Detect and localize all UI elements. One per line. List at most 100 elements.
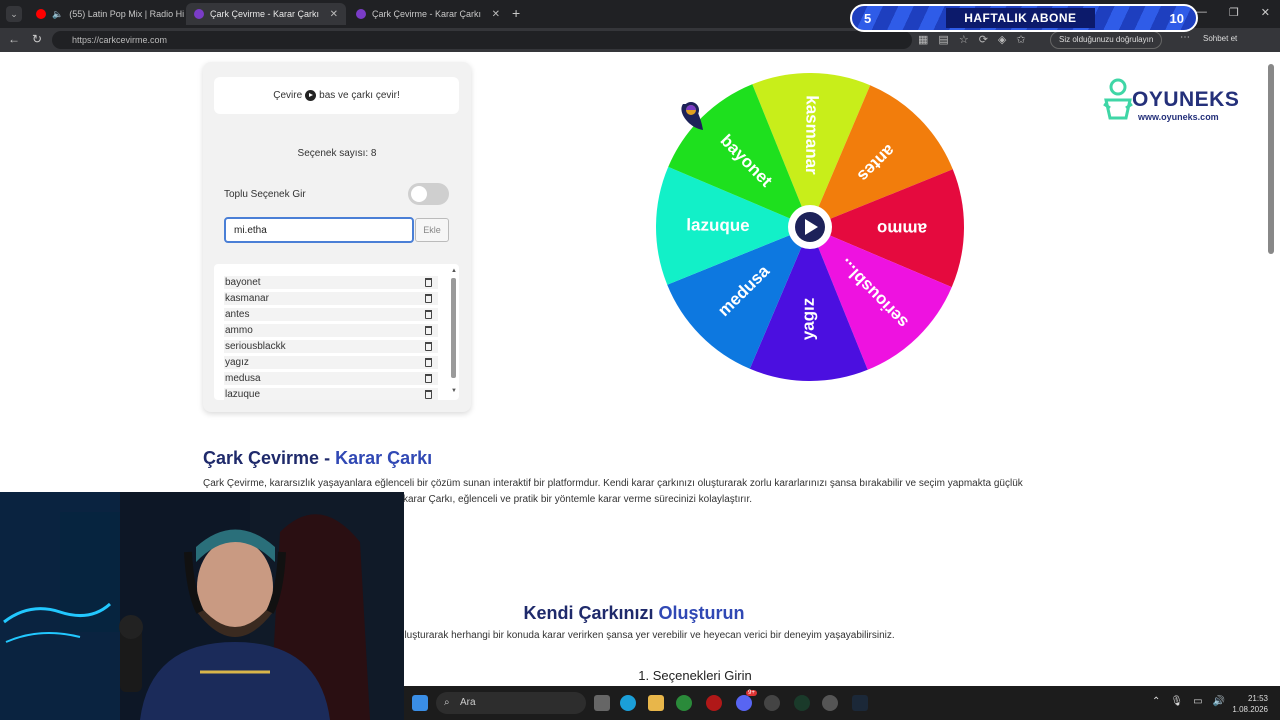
tab-youtube[interactable]: 🔈 (55) Latin Pop Mix | Radio Hit… ✕ — [28, 3, 184, 25]
list-item: yagız — [224, 356, 438, 369]
list-scrollbar[interactable]: ▲ ▼ — [451, 268, 457, 396]
mic-icon[interactable]: 🎙 — [1170, 696, 1183, 707]
decision-wheel[interactable]: kasmanar antesammoseriousbl...yagızmedusa… — [653, 70, 967, 384]
notification-badge: 9+ — [746, 690, 757, 696]
logo-url: www.oyuneks.com — [1138, 112, 1219, 122]
play-icon — [305, 90, 317, 101]
webcam-overlay — [0, 492, 404, 720]
grid-icon[interactable]: ▦ — [918, 33, 928, 46]
volume-icon[interactable]: 🔊 — [1213, 696, 1225, 707]
option-label: seriousblackk — [225, 341, 286, 352]
trash-icon[interactable] — [425, 294, 432, 303]
speaker-icon: 🔈 — [52, 8, 64, 19]
intro-line: Çark Çevirme, kararsızlık yaşayanlara eğ… — [203, 478, 1023, 489]
trash-icon[interactable] — [425, 358, 432, 367]
scroll-down-icon[interactable]: ▼ — [451, 388, 457, 394]
system-tray: ⌃ 🎙 ▭ 🔊 — [1152, 696, 1225, 707]
scroll-thumb[interactable] — [1268, 64, 1274, 254]
obs-icon[interactable] — [822, 695, 838, 711]
app-icon[interactable] — [764, 695, 780, 711]
list-scroll-thumb[interactable] — [451, 278, 456, 378]
subscriber-goal-overlay: 5 HAFTALIK ABONE 10 — [850, 4, 1198, 32]
more-icon[interactable]: ⋯ — [1180, 32, 1190, 43]
monitor-icon[interactable]: ▭ — [1193, 696, 1202, 707]
page-title: Çark Çevirme - Karar Çarkı — [203, 448, 432, 469]
goal-current: 5 — [864, 10, 872, 26]
edge-icon[interactable] — [620, 695, 636, 711]
tab-label: Çark Çevirme - Karar Çarkı — [210, 9, 320, 19]
close-icon[interactable]: ✕ — [492, 9, 500, 20]
clock-date: 1.08.2026 — [1232, 705, 1268, 714]
options-list: bayonet kasmanar antes ammo seriousblack… — [214, 264, 459, 400]
trash-icon[interactable] — [425, 278, 432, 287]
folder-icon[interactable] — [648, 695, 664, 711]
clock[interactable]: 21:53 1.08.2026 — [1232, 693, 1268, 715]
trash-icon[interactable] — [425, 390, 432, 399]
extension-icon[interactable]: ⟳ — [979, 33, 988, 46]
discord-icon[interactable] — [736, 695, 752, 711]
option-label: medusa — [225, 373, 261, 384]
tab-cark-active[interactable]: Çark Çevirme - Karar Çarkı ✕ — [186, 3, 346, 25]
wheel-segment-label: kasmanar — [802, 95, 822, 175]
back-icon[interactable]: ← — [8, 32, 20, 46]
mascot-icon — [1103, 78, 1133, 120]
url-field[interactable]: https://carkcevirme.com — [52, 31, 912, 49]
search-icon: ⌕ — [444, 697, 450, 708]
steam-icon[interactable] — [852, 695, 868, 711]
section-accent: Oluşturun — [658, 603, 745, 623]
reader-icon[interactable]: ▤ — [938, 33, 948, 46]
oyuneks-logo[interactable]: OYUNEKS www.oyuneks.com — [1100, 76, 1240, 126]
youtube-icon — [36, 9, 46, 19]
maximize-icon[interactable]: ❐ — [1229, 6, 1239, 19]
refresh-icon[interactable]: ↻ — [32, 32, 42, 46]
goal-label: HAFTALIK ABONE — [946, 8, 1095, 28]
list-item: bayonet — [224, 276, 438, 289]
trash-icon[interactable] — [425, 374, 432, 383]
page-scrollbar[interactable] — [1268, 56, 1274, 676]
shield-icon[interactable]: ◈ — [998, 33, 1006, 46]
option-label: bayonet — [225, 277, 261, 288]
option-input[interactable] — [224, 217, 414, 243]
option-label: ammo — [225, 325, 253, 336]
list-item: lazuque — [224, 388, 438, 400]
favorites-icon[interactable]: ✩ — [1016, 33, 1025, 46]
wheel-segment-label: lazuque — [686, 215, 749, 235]
new-tab-button[interactable]: + — [512, 5, 520, 21]
trash-icon[interactable] — [425, 342, 432, 351]
windows-start-icon[interactable] — [412, 695, 428, 711]
close-window-icon[interactable]: ✕ — [1261, 6, 1270, 19]
option-label: kasmanar — [225, 293, 269, 304]
pointer-icon — [681, 102, 703, 130]
verify-button[interactable]: Siz olduğunuzu doğrulayın — [1050, 31, 1163, 49]
app-icon[interactable] — [706, 695, 722, 711]
trash-icon[interactable] — [425, 310, 432, 319]
title-accent: Karar Çarkı — [335, 448, 433, 468]
bulk-entry-label: Toplu Seçenek Gir — [224, 189, 306, 200]
list-item: seriousblackk — [224, 340, 438, 353]
options-panel: Çevire bas ve çarkı çevir! Seçenek sayıs… — [203, 62, 471, 412]
webcam-image — [0, 492, 404, 720]
star-icon[interactable]: ☆ — [959, 33, 969, 46]
chevron-up-icon[interactable]: ⌃ — [1152, 696, 1160, 707]
option-label: lazuque — [225, 389, 261, 400]
section-main: Kendi Çarkınızı — [523, 603, 659, 623]
scroll-up-icon[interactable]: ▲ — [451, 268, 457, 274]
site-icon — [356, 9, 366, 19]
bulk-entry-toggle[interactable] — [408, 183, 449, 205]
title-main: Çark Çevirme - — [203, 448, 336, 468]
add-button[interactable]: Ekle — [415, 218, 449, 242]
list-item: medusa — [224, 372, 438, 385]
app-icon[interactable] — [676, 695, 692, 711]
goal-target: 10 — [1169, 10, 1184, 26]
task-view-icon[interactable] — [594, 695, 610, 711]
logo-name: OYUNEKS — [1132, 88, 1240, 111]
list-item: kasmanar — [224, 292, 438, 305]
tab-label: (55) Latin Pop Mix | Radio Hit… — [69, 9, 184, 19]
trash-icon[interactable] — [425, 326, 432, 335]
chat-button[interactable]: Sohbet et — [1203, 34, 1237, 43]
taskbar-search[interactable]: ⌕ Ara — [436, 692, 586, 714]
app-icon[interactable] — [794, 695, 810, 711]
tab-list-button[interactable]: ⌄ — [6, 6, 22, 22]
close-icon[interactable]: ✕ — [330, 9, 338, 20]
tab-cark[interactable]: Çark Çevirme - Karar Çarkı ✕ — [348, 3, 508, 25]
